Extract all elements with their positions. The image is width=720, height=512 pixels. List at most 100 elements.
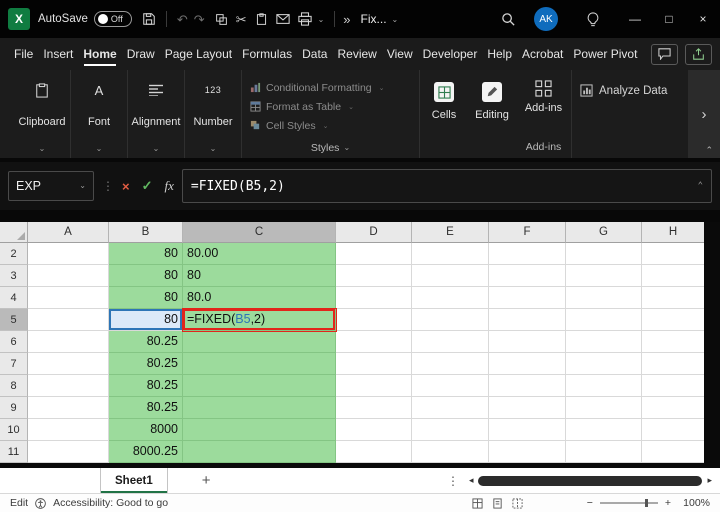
- scrollbar-thumb[interactable]: [478, 476, 702, 486]
- row-header[interactable]: 9: [0, 397, 28, 419]
- cell[interactable]: [642, 243, 704, 265]
- cell[interactable]: 8000: [109, 419, 183, 441]
- formula-input[interactable]: =FIXED(B5,2) ⌃: [182, 169, 712, 203]
- tab-file[interactable]: File: [14, 38, 33, 70]
- cell[interactable]: [566, 419, 642, 441]
- cell-styles-button[interactable]: Cell Styles ⌄: [250, 116, 411, 135]
- cell[interactable]: [489, 375, 566, 397]
- new-sheet-button[interactable]: +: [202, 472, 211, 489]
- cell[interactable]: [183, 331, 336, 353]
- row-header[interactable]: 11: [0, 441, 28, 463]
- cell[interactable]: [489, 353, 566, 375]
- page-break-view-icon[interactable]: [512, 498, 523, 509]
- cell[interactable]: 80: [109, 243, 183, 265]
- copy-icon[interactable]: [215, 13, 228, 26]
- expand-formula-bar-icon[interactable]: ⌃: [698, 181, 703, 191]
- zoom-in-button[interactable]: +: [665, 497, 671, 509]
- document-title[interactable]: Fix... ⌄: [361, 12, 399, 26]
- scroll-right-icon[interactable]: ▸: [707, 475, 712, 486]
- column-header-a[interactable]: A: [28, 222, 109, 243]
- cell[interactable]: [642, 441, 704, 463]
- tab-data[interactable]: Data: [302, 38, 327, 70]
- horizontal-scrollbar[interactable]: ◂ ▸: [469, 475, 712, 486]
- cell[interactable]: [642, 287, 704, 309]
- row-header[interactable]: 8: [0, 375, 28, 397]
- collapse-ribbon-icon[interactable]: ⌃: [705, 145, 713, 156]
- cell[interactable]: [28, 309, 109, 331]
- cell[interactable]: 80.00: [183, 243, 336, 265]
- tab-home[interactable]: Home: [83, 38, 116, 70]
- excel-logo-icon[interactable]: X: [8, 8, 30, 30]
- tab-options-dots-icon[interactable]: ⋮: [447, 474, 459, 488]
- cell[interactable]: [412, 309, 489, 331]
- cell[interactable]: [336, 243, 412, 265]
- cells-group-button[interactable]: Cells: [420, 70, 468, 158]
- cell[interactable]: 80: [109, 287, 183, 309]
- insert-function-button[interactable]: fx: [165, 178, 174, 194]
- lightbulb-icon[interactable]: [586, 12, 600, 27]
- font-group-button[interactable]: A Font ⌄: [71, 70, 128, 158]
- cell[interactable]: [183, 375, 336, 397]
- tab-help[interactable]: Help: [487, 38, 512, 70]
- cell[interactable]: [336, 375, 412, 397]
- page-layout-view-icon[interactable]: [492, 498, 503, 509]
- cancel-entry-button[interactable]: ×: [122, 179, 130, 194]
- cell[interactable]: [336, 419, 412, 441]
- cell[interactable]: [28, 441, 109, 463]
- clipboard-group-button[interactable]: Clipboard ⌄: [14, 70, 71, 158]
- cell[interactable]: [566, 243, 642, 265]
- cell[interactable]: [489, 397, 566, 419]
- cell[interactable]: [412, 441, 489, 463]
- column-header-h[interactable]: H: [642, 222, 704, 243]
- redo-icon[interactable]: ↷: [194, 13, 205, 26]
- cell[interactable]: [489, 265, 566, 287]
- cell[interactable]: 80.25: [109, 331, 183, 353]
- cell[interactable]: [28, 419, 109, 441]
- cell[interactable]: [183, 397, 336, 419]
- close-button[interactable]: ×: [686, 0, 720, 38]
- accessibility-status[interactable]: Accessibility: Good to go: [53, 497, 168, 509]
- cell[interactable]: [412, 243, 489, 265]
- cell[interactable]: [28, 331, 109, 353]
- tab-developer[interactable]: Developer: [423, 38, 478, 70]
- cell[interactable]: [183, 353, 336, 375]
- cell[interactable]: [566, 265, 642, 287]
- styles-group-label[interactable]: Styles ⌄: [250, 142, 411, 154]
- sheet-tab-sheet1[interactable]: Sheet1: [100, 468, 168, 493]
- ribbon-overflow-button[interactable]: ›: [688, 70, 720, 158]
- name-box[interactable]: EXP ⌄: [8, 171, 94, 201]
- cell[interactable]: [28, 397, 109, 419]
- format-as-table-button[interactable]: Format as Table ⌄: [250, 97, 411, 116]
- cell[interactable]: [336, 397, 412, 419]
- addins-group[interactable]: Add-ins Add-ins: [516, 70, 572, 158]
- drag-dots-icon[interactable]: ⋮: [102, 179, 114, 193]
- row-header[interactable]: 6: [0, 331, 28, 353]
- cell[interactable]: [412, 287, 489, 309]
- cell[interactable]: [412, 397, 489, 419]
- cell[interactable]: [489, 243, 566, 265]
- search-icon[interactable]: [501, 12, 516, 27]
- autosave-toggle[interactable]: Off: [94, 11, 132, 27]
- select-all-button[interactable]: [0, 222, 28, 243]
- cell[interactable]: [642, 353, 704, 375]
- scroll-left-icon[interactable]: ◂: [469, 475, 474, 486]
- cell[interactable]: [336, 441, 412, 463]
- cell[interactable]: [489, 287, 566, 309]
- cell[interactable]: [28, 353, 109, 375]
- row-header[interactable]: 5: [0, 309, 28, 331]
- cell[interactable]: [412, 331, 489, 353]
- tab-page-layout[interactable]: Page Layout: [165, 38, 232, 70]
- row-header[interactable]: 10: [0, 419, 28, 441]
- save-icon[interactable]: [142, 12, 156, 26]
- tab-view[interactable]: View: [387, 38, 413, 70]
- cell[interactable]: [28, 287, 109, 309]
- cell[interactable]: 80.25: [109, 375, 183, 397]
- maximize-button[interactable]: □: [652, 0, 686, 38]
- cell[interactable]: 80.25: [109, 397, 183, 419]
- cell[interactable]: 8000.25: [109, 441, 183, 463]
- cell[interactable]: [183, 419, 336, 441]
- number-group-button[interactable]: 123 Number ⌄: [185, 70, 242, 158]
- cell[interactable]: [183, 441, 336, 463]
- column-header-d[interactable]: D: [336, 222, 412, 243]
- cell[interactable]: [489, 331, 566, 353]
